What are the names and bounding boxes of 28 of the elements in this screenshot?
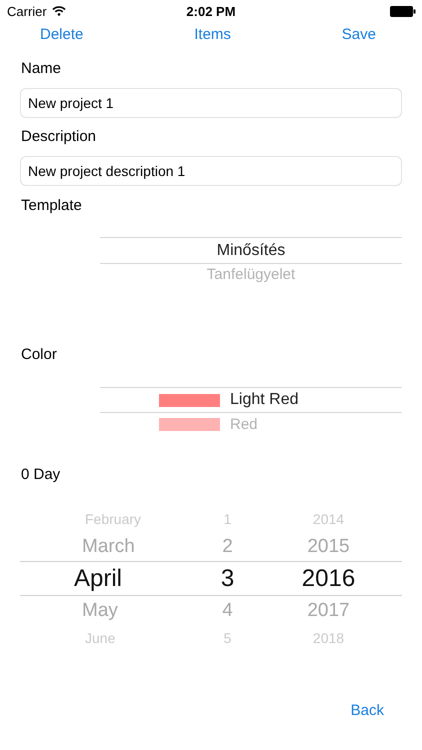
back-button[interactable]: Back — [350, 702, 384, 719]
date-label: 0 Day — [21, 466, 62, 484]
items-button[interactable]: Items — [194, 26, 231, 42]
carrier-name: Carrier — [7, 4, 47, 18]
field-label: Description — [21, 128, 98, 146]
month-option[interactable]: May — [20, 600, 200, 622]
color-option[interactable]: Red — [230, 416, 258, 432]
month-option[interactable]: March — [20, 536, 200, 558]
delete-button[interactable]: Delete — [40, 26, 84, 42]
battery-icon — [390, 6, 416, 16]
save-button[interactable]: Save — [342, 26, 376, 42]
year-option[interactable]: 2017 — [255, 600, 402, 622]
month-option[interactable]: April — [20, 564, 200, 592]
day-option[interactable]: 4 — [200, 600, 255, 622]
day-option[interactable]: 2 — [200, 536, 255, 558]
text-field[interactable]: New project 1 — [20, 88, 402, 118]
template-option[interactable]: Tanfelügyelet — [206, 266, 296, 283]
wifi-icon — [52, 6, 66, 16]
day-option[interactable]: 3 — [200, 564, 255, 592]
field-label: Name — [21, 60, 62, 78]
template-label: Template — [21, 197, 83, 215]
status-time: 2:02 PM — [186, 4, 236, 18]
color-label: Color — [21, 346, 58, 364]
color-option[interactable]: Light Red — [230, 391, 298, 409]
template-option[interactable]: Minősítés — [216, 242, 286, 260]
year-option[interactable]: 2015 — [255, 536, 402, 558]
year-option[interactable]: 2016 — [255, 564, 402, 592]
text-field[interactable]: New project description 1 — [20, 156, 402, 186]
